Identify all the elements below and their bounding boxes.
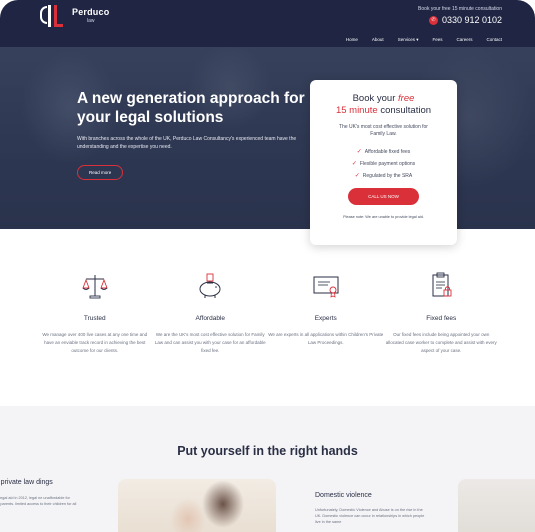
- nav-item-services[interactable]: Services ▾: [398, 37, 419, 43]
- phone-link[interactable]: ✆ 0330 912 0102: [418, 15, 502, 25]
- feature-title: Affordable: [195, 315, 225, 322]
- features-row: Trusted We manage over 400 live cases at…: [37, 272, 499, 355]
- site-header: Perduco law Book your free 15 minute con…: [0, 0, 535, 47]
- benefit-label: Regulated by the SRA: [362, 173, 413, 179]
- consultation-card: Book your free 15 minute consultation Th…: [310, 80, 457, 245]
- feature-title: Fixed fees: [426, 315, 457, 322]
- title-free: free: [398, 93, 415, 104]
- logo-mark-icon: [40, 5, 66, 27]
- hero-content: A new generation approach for your legal…: [77, 89, 307, 180]
- feature-description: We are the UK's most cost effective solu…: [154, 332, 266, 353]
- consultation-title: Book your free 15 minute consultation: [310, 93, 457, 117]
- service-card-title: Domestic violence: [315, 492, 372, 499]
- brand-name: Perduco: [72, 7, 110, 17]
- feature-trusted: Trusted We manage over 400 live cases at…: [37, 272, 153, 355]
- hero-title: A new generation approach for your legal…: [77, 90, 305, 126]
- benefit-label: Affordable fixed fees: [364, 149, 411, 155]
- feature-affordable: Affordable We are the UK's most cost eff…: [153, 272, 269, 355]
- feature-title: Experts: [314, 315, 337, 322]
- service-card-text: w for legal aid in 2012, legal ne unaffo…: [0, 496, 77, 506]
- consultation-subtitle: The UK's most cost effective solution fo…: [339, 124, 428, 137]
- brand-sub: law: [86, 18, 95, 24]
- service-photo: [458, 479, 535, 532]
- check-icon: ✓: [354, 173, 360, 179]
- main-nav: Home About Services ▾ Fees Careers Conta…: [0, 33, 535, 46]
- phone-number: 0330 912 0102: [441, 15, 502, 25]
- feature-fixed-fees: Fixed fees Our fixed fees include being …: [384, 272, 500, 355]
- check-icon: ✓: [356, 149, 362, 155]
- service-card-title: n's private law dings: [0, 479, 53, 486]
- check-icon: ✓: [351, 161, 357, 167]
- legal-aid-note: Please note: We are unable to provide le…: [343, 215, 424, 219]
- scales-icon: [37, 272, 153, 300]
- read-more-button[interactable]: Read more: [77, 165, 124, 180]
- list-item: ✓ Regulated by the SRA: [310, 170, 457, 182]
- nav-item-careers[interactable]: Careers: [456, 37, 472, 42]
- logo[interactable]: Perduco law: [40, 5, 109, 27]
- nav-item-home[interactable]: Home: [346, 37, 358, 42]
- consultation-label: Book your free 15 minute consultation: [418, 6, 502, 12]
- piggy-bank-icon: [153, 272, 269, 300]
- header-contact: Book your free 15 minute consultation ✆ …: [418, 6, 502, 25]
- fixed-fee-document-icon: [384, 272, 500, 300]
- list-item: ✓ Affordable fixed fees: [310, 146, 457, 158]
- title-prefix: Book your: [352, 93, 399, 104]
- service-card-domestic-violence[interactable]: Domestic violence Unfortunately, Domesti…: [315, 492, 425, 525]
- feature-description: We manage over 400 live cases at any one…: [42, 332, 148, 353]
- title-minutes: 15 minute: [335, 105, 378, 116]
- nav-item-fees[interactable]: Fees: [432, 37, 442, 42]
- hero-description: With branches across the whole of the UK…: [77, 136, 297, 150]
- title-suffix: consultation: [377, 105, 432, 116]
- benefit-label: Flexible payment options: [359, 161, 416, 167]
- list-item: ✓ Flexible payment options: [310, 158, 457, 170]
- section-title: Put yourself in the right hands: [177, 444, 358, 458]
- services-section: Put yourself in the right hands n's priv…: [0, 406, 535, 532]
- family-photo: [118, 479, 276, 532]
- feature-experts: Experts We are experts in all applicatio…: [268, 272, 384, 355]
- nav-item-contact[interactable]: Contact: [486, 37, 502, 42]
- benefit-list: ✓ Affordable fixed fees ✓ Flexible payment…: [310, 146, 457, 182]
- service-card-text: Unfortunately, Domestic Violence and Abu…: [315, 508, 425, 524]
- feature-description: Our fixed fees include being appointed y…: [385, 332, 497, 353]
- feature-description: We are experts in all applications withi…: [268, 332, 384, 345]
- call-us-now-button[interactable]: CALL US NOW: [348, 188, 419, 205]
- certificate-icon: [268, 272, 384, 300]
- logo-text: Perduco law: [72, 8, 109, 24]
- phone-icon: ✆: [428, 15, 438, 25]
- nav-item-about[interactable]: About: [372, 37, 384, 42]
- feature-title: Trusted: [83, 315, 106, 322]
- service-card-private-law[interactable]: n's private law dings w for legal aid in…: [0, 478, 80, 513]
